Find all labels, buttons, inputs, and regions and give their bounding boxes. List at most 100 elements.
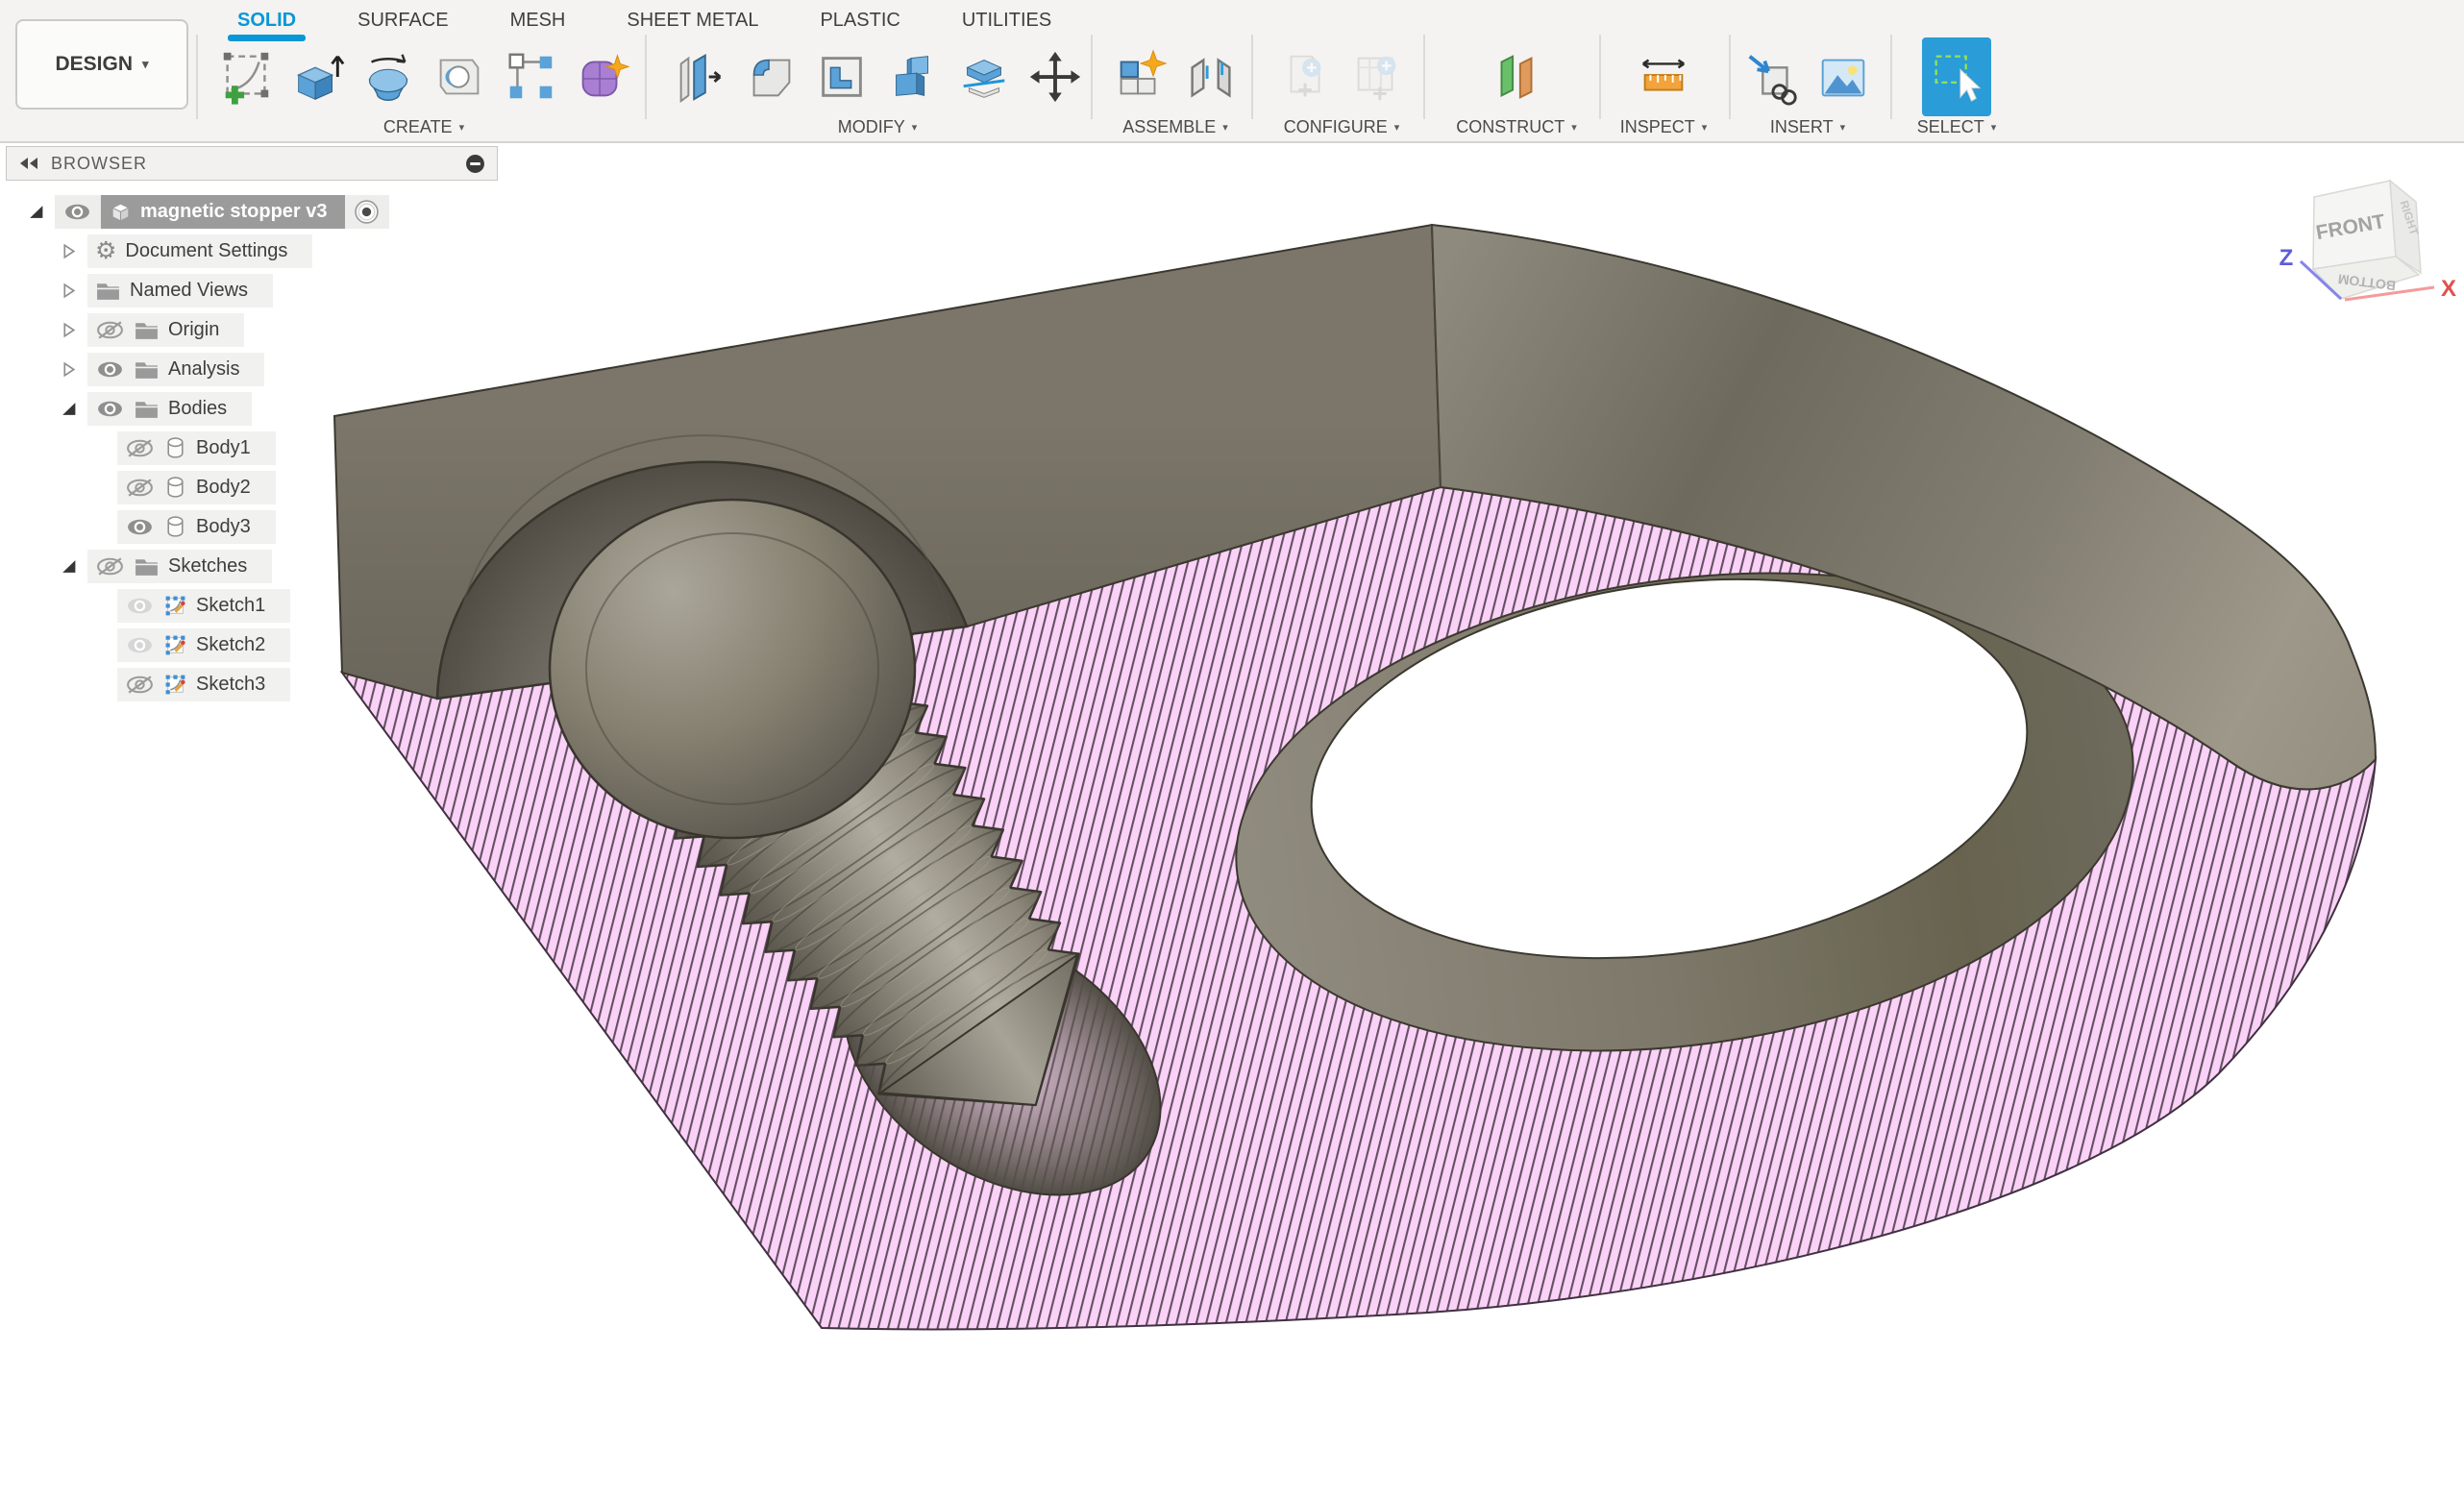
collapse-node-icon[interactable]	[27, 203, 45, 221]
group-label[interactable]: CONSTRUCT	[1456, 117, 1565, 137]
chevron-down-icon: ▾	[1991, 121, 1997, 134]
tool-revolve-button[interactable]	[356, 41, 421, 112]
tool-configuration-button[interactable]	[1273, 41, 1339, 112]
group-label[interactable]: CREATE	[383, 117, 453, 137]
tool-extrude-button[interactable]	[284, 41, 350, 112]
extrude-icon	[287, 47, 347, 107]
browser-row-sketch1[interactable]: Sketch1	[117, 589, 290, 623]
collapse-node-icon[interactable]	[60, 400, 78, 418]
group-insert: INSERT▾	[1733, 37, 1883, 137]
workspace-switcher[interactable]: DESIGN ▾	[15, 19, 188, 110]
tool-hole-button[interactable]	[427, 41, 492, 112]
visibility-eye-icon[interactable]	[62, 202, 92, 222]
remove-panel-icon[interactable]	[465, 154, 485, 174]
visibility-eye-icon[interactable]	[95, 399, 125, 419]
browser-row-strip: Body1	[117, 431, 276, 465]
group-inspect: INSPECT▾	[1601, 37, 1726, 137]
browser-row-analysis[interactable]: Analysis	[60, 353, 264, 386]
revolve-icon	[358, 47, 418, 107]
visibility-eye-icon[interactable]	[125, 675, 155, 695]
workspace-label: DESIGN	[55, 53, 133, 76]
group-create: CREATE ▾	[202, 37, 646, 137]
visibility-eye-icon[interactable]	[95, 320, 125, 340]
group-configure: CONFIGURE ▾	[1259, 37, 1424, 137]
tool-create-sketch-button[interactable]	[213, 41, 279, 112]
group-label[interactable]: ASSEMBLE	[1122, 117, 1216, 137]
body-icon	[163, 476, 187, 500]
browser-row-bodies[interactable]: Bodies	[60, 392, 252, 426]
browser-row-named-views[interactable]: Named Views	[60, 274, 273, 307]
tool-form-button[interactable]	[569, 41, 634, 112]
browser-row-strip: Bodies	[87, 392, 252, 426]
visibility-eye-icon[interactable]	[125, 478, 155, 498]
browser-row-sketch3[interactable]: Sketch3	[117, 668, 290, 701]
browser-title: BROWSER	[51, 154, 147, 174]
group-label[interactable]: SELECT	[1917, 117, 1984, 137]
chevron-down-icon: ▾	[142, 57, 149, 72]
browser-row-magnetic-stopper-v3[interactable]: magnetic stopper v3	[27, 195, 389, 229]
browser-row-label: Sketch1	[196, 595, 265, 617]
group-label[interactable]: MODIFY	[838, 117, 905, 137]
group-modify: MODIFY▾	[661, 37, 1094, 137]
expand-node-icon[interactable]	[60, 242, 78, 260]
browser-row-label: Body2	[196, 477, 251, 499]
visibility-eye-icon[interactable]	[125, 438, 155, 458]
tool-shell-button[interactable]	[809, 41, 875, 112]
browser-row-sketch2[interactable]: Sketch2	[117, 628, 290, 662]
tool-joint-button[interactable]	[1178, 41, 1244, 112]
collapse-node-icon[interactable]	[60, 557, 78, 576]
visibility-eye-icon[interactable]	[95, 359, 125, 380]
browser-row-body2[interactable]: Body2	[117, 471, 276, 504]
configuration-table-icon	[1347, 47, 1407, 107]
browser-header: BROWSER	[6, 146, 498, 181]
group-label[interactable]: INSPECT	[1620, 117, 1695, 137]
activate-component-radio[interactable]	[354, 199, 380, 225]
tool-pattern-button[interactable]	[498, 41, 563, 112]
folder-icon	[134, 398, 160, 420]
tool-move-button[interactable]	[1023, 41, 1088, 112]
insert-derive-icon	[1742, 47, 1802, 107]
browser-row-label: Analysis	[168, 358, 239, 381]
tool-press-pull-button[interactable]	[667, 41, 732, 112]
visibility-eye-icon[interactable]	[95, 556, 125, 577]
browser-row-origin[interactable]: Origin	[60, 313, 244, 347]
visibility-eye-icon[interactable]	[125, 596, 155, 616]
tool-combine-button[interactable]	[880, 41, 946, 112]
expand-node-icon[interactable]	[60, 321, 78, 339]
fusion360-window: FRONT BOTTOM RIGHT Z X DESIGN ▾ SOLIDSUR…	[0, 0, 2464, 1499]
browser-row-label: Body3	[196, 516, 251, 538]
tool-insert-derive-button[interactable]	[1739, 41, 1805, 112]
collapse-panel-icon[interactable]	[18, 157, 39, 170]
expand-node-icon[interactable]	[60, 282, 78, 300]
tool-fillet-button[interactable]	[738, 41, 803, 112]
folder-icon	[134, 319, 160, 341]
visibility-eye-icon[interactable]	[125, 635, 155, 655]
chevron-down-icon: ▾	[459, 121, 465, 134]
press-pull-icon	[670, 47, 729, 107]
viewcube[interactable]: FRONT BOTTOM RIGHT Z X	[2279, 181, 2456, 302]
chevron-down-icon: ▾	[1394, 121, 1400, 134]
expand-node-icon[interactable]	[60, 360, 78, 379]
tool-select-button[interactable]	[1922, 37, 1991, 116]
browser-row-document-settings[interactable]: ⚙Document Settings	[60, 234, 312, 268]
tool-split-body-button[interactable]	[951, 41, 1017, 112]
combine-icon	[883, 47, 943, 107]
tool-canvas-button[interactable]	[1811, 41, 1876, 112]
tool-construction-plane-button[interactable]	[1484, 41, 1549, 112]
browser-row-body1[interactable]: Body1	[117, 431, 276, 465]
browser-row-label: Body1	[196, 437, 251, 459]
tool-measure-button[interactable]	[1631, 41, 1696, 112]
tool-new-component-button[interactable]	[1107, 41, 1172, 112]
visibility-eye-icon[interactable]	[125, 517, 155, 537]
browser-row-strip: magnetic stopper v3	[55, 195, 389, 229]
browser-row-sketches[interactable]: Sketches	[60, 550, 272, 583]
screw-head[interactable]	[550, 500, 915, 838]
toolbar-divider	[645, 35, 647, 119]
group-label[interactable]: INSERT	[1770, 117, 1834, 137]
x-axis-label: X	[2441, 276, 2456, 302]
group-construct: CONSTRUCT▾	[1434, 37, 1599, 137]
browser-row-strip: Sketch1	[117, 589, 290, 623]
tool-configuration-table-button[interactable]	[1344, 41, 1410, 112]
browser-row-body3[interactable]: Body3	[117, 510, 276, 544]
group-label[interactable]: CONFIGURE	[1284, 117, 1388, 137]
